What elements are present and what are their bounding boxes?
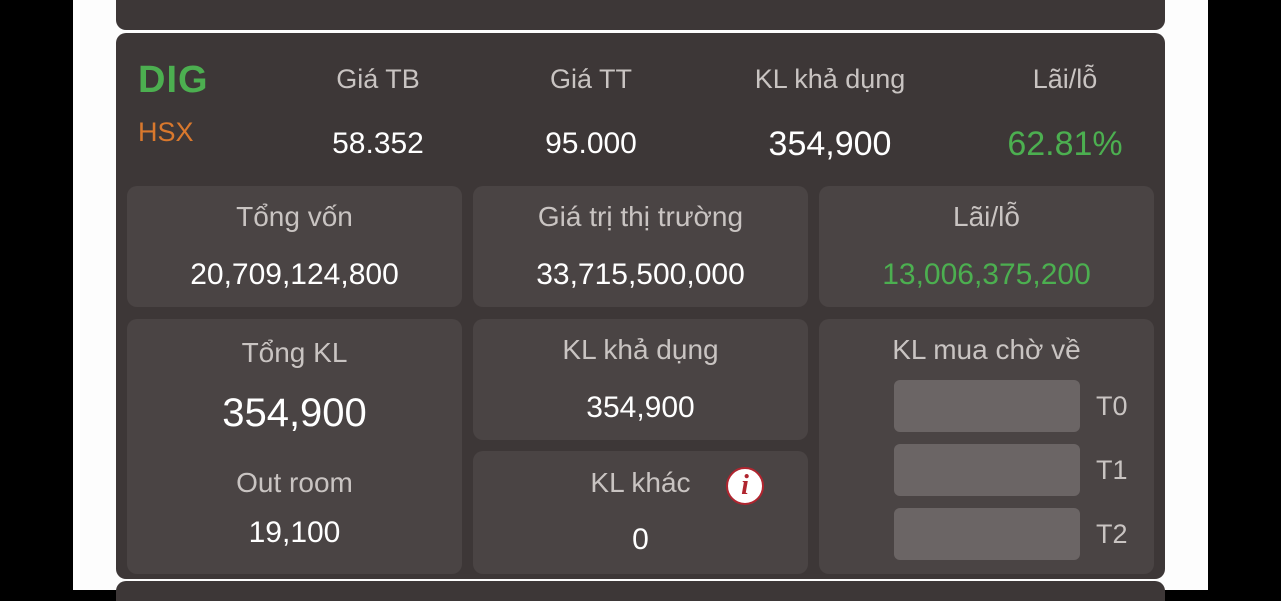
- profit-loss-tile: Lãi/lỗ 13,006,375,200: [819, 186, 1154, 307]
- pending-buy-t0-label: T0: [1096, 391, 1128, 421]
- out-room-label: Out room: [236, 467, 353, 498]
- ticker-symbol: DIG: [138, 59, 209, 101]
- other-volume-value: 0: [632, 523, 649, 556]
- available-volume-tile-value: 354,900: [586, 391, 695, 424]
- market-value-label: Giá trị thị trường: [537, 201, 744, 232]
- pending-buy-t2-label: T2: [1096, 519, 1128, 549]
- holding-card-dig[interactable]: DIG HSX Giá TB 58.352 Giá TT 95.000 KL k…: [116, 33, 1165, 579]
- profit-loss-value: 13,006,375,200: [882, 258, 1091, 291]
- available-volume-value: 354,900: [768, 125, 892, 163]
- avg-price-label: Giá TB: [336, 64, 420, 94]
- available-volume-label: KL khả dụng: [754, 64, 906, 94]
- pending-buy-label: KL mua chờ về: [892, 334, 1081, 365]
- total-capital-tile: Tổng vốn 20,709,124,800: [127, 186, 462, 307]
- total-capital-value: 20,709,124,800: [190, 258, 399, 291]
- avg-price-value: 58.352: [332, 127, 424, 160]
- pending-buy-t1-label: T1: [1096, 455, 1128, 485]
- profit-loss-label: Lãi/lỗ: [953, 201, 1020, 232]
- total-volume-label: Tổng KL: [241, 337, 348, 368]
- info-icon[interactable]: i: [726, 467, 764, 505]
- total-capital-label: Tổng vốn: [236, 201, 353, 232]
- market-value-tile: Giá trị thị trường 33,715,500,000: [473, 186, 808, 307]
- exchange-label: HSX: [138, 117, 194, 147]
- profit-percent-label: Lãi/lỗ: [1032, 64, 1098, 94]
- available-volume-tile-label: KL khả dụng: [562, 334, 719, 365]
- next-holding-card[interactable]: [116, 581, 1165, 601]
- pending-buy-t1-field: [894, 444, 1080, 496]
- pending-buy-t0-field: [894, 380, 1080, 432]
- other-volume-tile: KL khác i 0: [473, 451, 808, 574]
- market-price-label: Giá TT: [549, 64, 632, 94]
- total-volume-tile: Tổng KL 354,900 Out room 19,100: [127, 319, 462, 574]
- profit-percent-value: 62.81%: [1007, 125, 1123, 163]
- previous-holding-card[interactable]: [116, 0, 1165, 30]
- available-volume-tile: KL khả dụng 354,900: [473, 319, 808, 440]
- pending-buy-t2-field: [894, 508, 1080, 560]
- market-value-value: 33,715,500,000: [536, 258, 745, 291]
- market-price-value: 95.000: [545, 127, 637, 160]
- pending-buy-tile: KL mua chờ về T0 T1 T2: [819, 319, 1154, 574]
- out-room-value: 19,100: [248, 516, 341, 549]
- total-volume-value: 354,900: [222, 391, 367, 435]
